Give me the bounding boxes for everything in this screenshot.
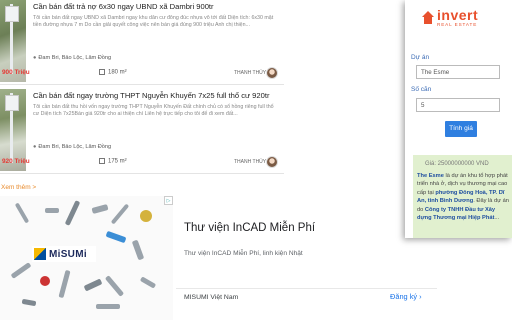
- project-promo: Giá: 25000000000 VND The Esme là dự án k…: [413, 155, 512, 238]
- ad-image[interactable]: MiSUMi: [0, 196, 173, 320]
- ad-banner[interactable]: MiSUMi ▷ Thư viện InCAD Miễn Phí Thư việ…: [0, 196, 437, 320]
- listing-area: 175 m²: [99, 158, 127, 165]
- tool-graphic: [96, 304, 120, 309]
- location-text: Đam Bri, Bảo Lộc, Lâm Đồng: [38, 55, 112, 61]
- ad-divider: [176, 288, 437, 289]
- location-text: Đam Bri, Bảo Lộc, Lâm Đồng: [38, 144, 112, 150]
- ad-signup-button[interactable]: Đăng ký ›: [390, 292, 422, 301]
- thumbnail-sign: [5, 6, 19, 22]
- logo-words: invert REAL ESTATE: [437, 8, 478, 28]
- misumi-brand-text: MiSUMi: [49, 248, 87, 260]
- tool-graphic: [10, 262, 32, 279]
- misumi-logo: MiSUMi: [32, 246, 96, 262]
- ad-subtitle: Thư viện InCAD Miễn Phí, linh kiện Nhật: [184, 250, 303, 257]
- logo-main-text: invert: [437, 7, 479, 24]
- listing-area: 180 m²: [99, 69, 127, 76]
- misumi-logo-icon: [34, 248, 46, 260]
- promo-price: Giá: 25000000000 VND: [425, 161, 489, 167]
- tool-graphic: [139, 276, 157, 289]
- tool-graphic: [58, 269, 71, 299]
- promo-text-part: ...: [494, 215, 500, 222]
- listing-card[interactable]: Cần bán đất trả nợ 6x30 ngay UBND xã Dam…: [0, 0, 284, 85]
- rooms-input[interactable]: 5: [416, 98, 500, 112]
- listing-author: THANH THỦY: [234, 70, 267, 76]
- ad-title[interactable]: Thư viện InCAD Miễn Phí: [184, 222, 315, 234]
- listing-title[interactable]: Cần bán đất trả nợ 6x30 ngay UBND xã Dam…: [33, 2, 214, 11]
- tool-graphic: [104, 275, 125, 297]
- promo-text: The Esme là dự án khu tổ hợp phát triển …: [417, 172, 511, 222]
- listing-price: 900 Triệu: [2, 69, 30, 76]
- listing-description: Tôi cần bán đất ngay UBND xã Dambri ngay…: [33, 15, 274, 29]
- tool-graphic: [140, 210, 152, 222]
- tool-graphic: [105, 230, 127, 244]
- thumbnail-sign: [5, 95, 19, 111]
- listing-description: Tôi cần bán đất thu hồi vốn ngay trường …: [33, 104, 274, 118]
- invert-logo[interactable]: invert REAL ESTATE: [421, 6, 478, 30]
- project-select[interactable]: The Esme: [416, 65, 500, 79]
- more-link[interactable]: Xem thêm >: [1, 184, 36, 191]
- tool-graphic: [91, 204, 109, 214]
- rooms-label: Số căn: [411, 86, 432, 93]
- avatar[interactable]: [266, 156, 278, 168]
- promo-project-name: The Esme: [417, 173, 444, 179]
- area-icon: [99, 158, 105, 164]
- listing-location: ● Đam Bri, Bảo Lộc, Lâm Đồng: [33, 55, 111, 61]
- listing-author: THANH THỦY: [234, 159, 267, 165]
- avatar[interactable]: [266, 67, 278, 79]
- tool-graphic: [83, 278, 103, 292]
- logo-house-icon: [421, 11, 435, 25]
- area-text: 175 m²: [108, 158, 127, 165]
- listing-price: 920 Triệu: [2, 158, 30, 165]
- tool-graphic: [131, 239, 145, 261]
- tool-graphic: [110, 203, 130, 225]
- tool-graphic: [21, 298, 37, 307]
- calculate-price-button[interactable]: Tính giá: [445, 121, 477, 137]
- location-pin-icon: ●: [33, 144, 37, 150]
- promo-developer: Công ty TNHH Đầu tư Xây dựng Thương mại …: [417, 206, 496, 222]
- logo-sub-text: REAL ESTATE: [437, 22, 478, 28]
- listing-title[interactable]: Cần bán đất ngay trường THPT Nguyễn Khuy…: [33, 91, 270, 100]
- ad-advertiser: MISUMI Việt Nam: [184, 294, 239, 301]
- area-icon: [99, 69, 105, 75]
- tool-graphic: [40, 276, 50, 286]
- ad-choices-icon[interactable]: ▷: [164, 196, 173, 205]
- listing-card[interactable]: Cần bán đất ngay trường THPT Nguyễn Khuy…: [0, 89, 284, 174]
- tool-graphic: [14, 202, 30, 224]
- project-label: Dự án: [411, 54, 430, 61]
- tool-graphic: [45, 208, 59, 213]
- price-calculator-sidebar: invert REAL ESTATE Dự án The Esme Số căn…: [405, 0, 512, 238]
- tool-graphic: [64, 200, 81, 226]
- area-text: 180 m²: [108, 69, 127, 76]
- listing-location: ● Đam Bri, Bảo Lộc, Lâm Đồng: [33, 144, 111, 150]
- location-pin-icon: ●: [33, 55, 37, 61]
